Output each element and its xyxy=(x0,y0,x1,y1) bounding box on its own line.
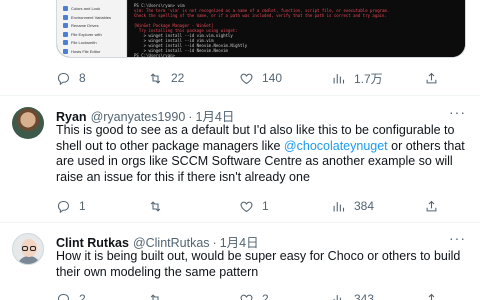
tweet-text: How it is being built out, would be supe… xyxy=(56,249,461,279)
retweet-icon xyxy=(150,200,161,212)
terminal-line: PS C:\Users\ryan> xyxy=(134,53,175,58)
share-button[interactable] xyxy=(424,289,439,300)
like-button[interactable]: 140 xyxy=(239,68,282,88)
app-icon xyxy=(63,40,68,45)
views-icon xyxy=(333,73,345,83)
retweet-button[interactable]: 22 xyxy=(148,68,184,88)
more-options-icon[interactable]: ··· xyxy=(449,230,466,246)
reply-icon xyxy=(57,72,70,85)
reply-button[interactable]: 1 xyxy=(56,196,86,216)
avatar-clint[interactable] xyxy=(12,233,44,265)
retweet-icon xyxy=(150,293,159,300)
media-sidebar-item: Environment Variables xyxy=(63,14,111,21)
reply-button[interactable]: 2 xyxy=(56,289,86,300)
views-icon xyxy=(333,201,345,211)
app-icon xyxy=(63,48,68,54)
separator-dot: · xyxy=(212,236,217,250)
reply-icon xyxy=(57,293,70,300)
tweet-media-image[interactable]: Colors and Look Environment Variables Rena… xyxy=(56,0,466,58)
media-terminal: PS C:\Users\ryan> vim vim: The term 'vim'… xyxy=(128,0,465,58)
avatar-ryan[interactable] xyxy=(12,107,44,139)
author-name[interactable]: Clint Rutkas xyxy=(56,236,129,250)
separator-dot: · xyxy=(188,110,193,124)
views-button[interactable]: 343 xyxy=(331,289,374,300)
retweet-button[interactable] xyxy=(148,289,171,300)
tweet-actions: 8 22 140 1.7万 xyxy=(56,68,466,88)
heart-icon xyxy=(240,201,253,212)
retweet-count: 22 xyxy=(171,71,185,85)
retweet-icon xyxy=(150,72,161,84)
mention-link[interactable]: @chocolateynuget xyxy=(284,139,388,153)
app-icon xyxy=(63,31,68,37)
reply-count: 8 xyxy=(79,71,86,85)
reply-icon xyxy=(57,200,70,213)
like-count: 140 xyxy=(262,71,283,85)
author-handle[interactable]: @ryanyates1990 xyxy=(91,110,186,124)
media-sidebar-item: Rename Drives xyxy=(63,22,99,29)
share-button[interactable] xyxy=(424,68,439,88)
more-options-icon[interactable]: ··· xyxy=(449,104,466,120)
retweet-button[interactable] xyxy=(148,196,171,216)
app-icon xyxy=(63,23,68,28)
like-count: 1 xyxy=(262,199,269,213)
views-count: 384 xyxy=(354,199,375,213)
media-sidebar-item: Hosts File Editor xyxy=(63,48,100,55)
like-count: 2 xyxy=(262,292,269,300)
views-button[interactable]: 384 xyxy=(331,196,374,216)
tweet-header: Ryan @ryanyates1990 · 1月4日 xyxy=(56,106,234,124)
reply-count: 1 xyxy=(79,199,86,213)
tweet-actions: 1 1 384 xyxy=(56,196,466,216)
share-icon xyxy=(426,200,437,211)
reply-button[interactable]: 8 xyxy=(56,68,86,88)
heart-icon xyxy=(240,73,253,84)
media-sidebar-item: File Explorer with xyxy=(63,31,102,38)
author-name[interactable]: Ryan xyxy=(56,110,87,124)
tweet-header: Clint Rutkas @ClintRutkas · 1月4日 xyxy=(56,232,259,250)
views-button[interactable]: 1.7万 xyxy=(331,68,383,88)
like-button[interactable]: 1 xyxy=(239,196,269,216)
media-sidebar-item: File Locksmith xyxy=(63,39,97,46)
tweet-actions: 2 2 343 xyxy=(56,289,466,300)
divider xyxy=(0,222,480,223)
share-icon xyxy=(426,72,437,83)
app-icon xyxy=(63,14,68,20)
views-count: 343 xyxy=(354,292,375,300)
divider xyxy=(0,95,480,96)
reply-count: 2 xyxy=(79,292,86,300)
like-button[interactable]: 2 xyxy=(239,289,269,300)
heart-icon xyxy=(240,294,253,300)
tweet-text: This is good to see as a default but I'd… xyxy=(56,123,466,185)
app-icon xyxy=(63,6,68,11)
views-icon xyxy=(333,294,341,300)
media-sidebar-item: Colors and Look xyxy=(63,5,100,12)
media-sidebar: Colors and Look Environment Variables Rena… xyxy=(57,0,127,57)
author-handle[interactable]: @ClintRutkas xyxy=(133,236,210,250)
views-count: 1.7万 xyxy=(354,71,383,86)
share-button[interactable] xyxy=(424,196,439,216)
share-icon xyxy=(428,293,435,300)
